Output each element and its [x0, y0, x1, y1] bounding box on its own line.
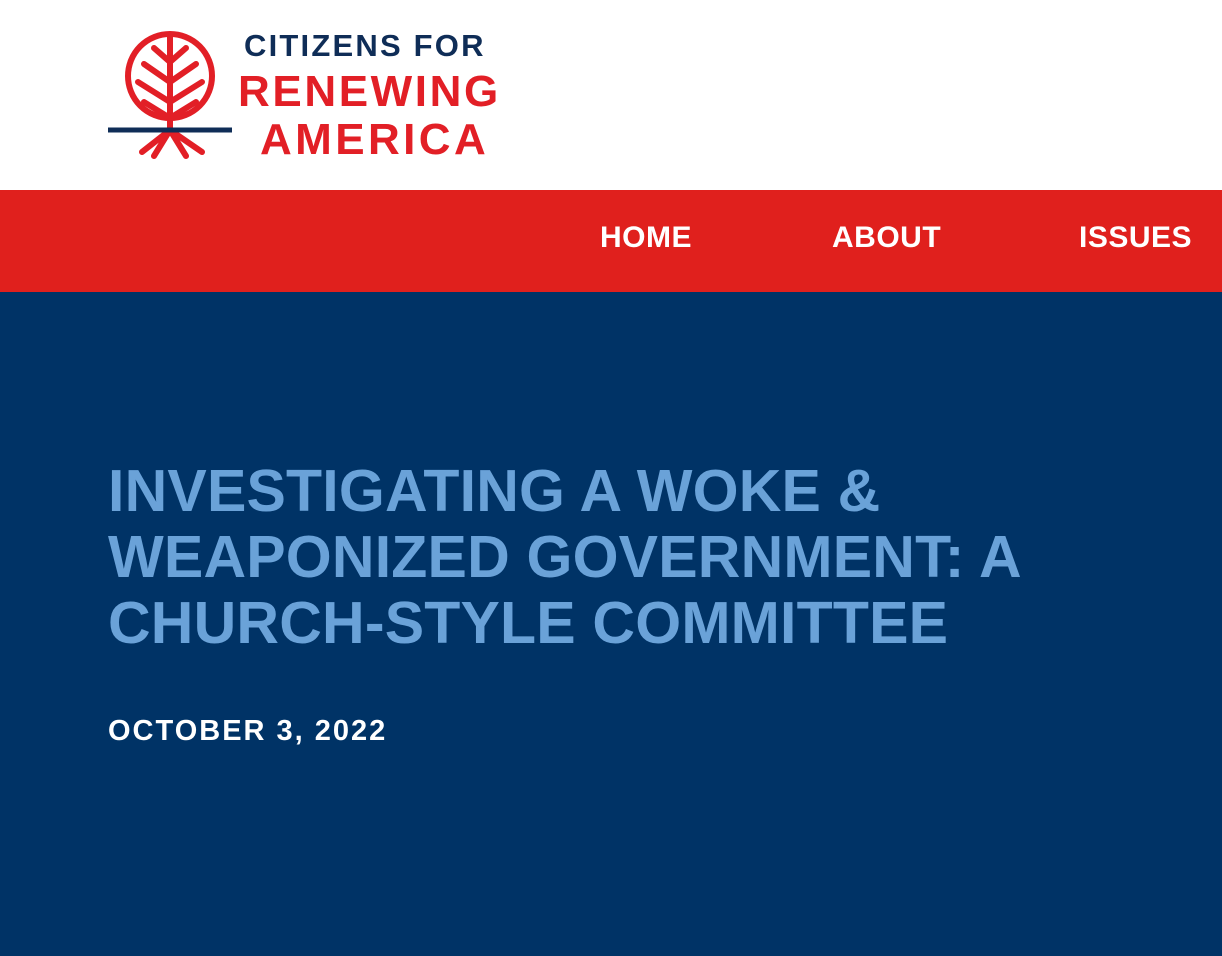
article-date: OCTOBER 3, 2022 [108, 715, 388, 747]
brand-line-2: RENEWING [238, 67, 501, 116]
article-hero: INVESTIGATING A WOKE & WEAPONIZED GOVERN… [0, 292, 1222, 956]
brand-line-3: AMERICA [260, 115, 490, 164]
brand-line-1: CITIZENS FOR [244, 28, 486, 63]
nav-home-link[interactable]: HOME [600, 223, 692, 253]
site-logo-link[interactable]: CITIZENS FOR RENEWING AMERICA [106, 28, 526, 162]
site-header: CITIZENS FOR RENEWING AMERICA [0, 0, 1222, 190]
article-title: INVESTIGATING A WOKE & WEAPONIZED GOVERN… [108, 458, 1020, 656]
tree-roots-logo-icon [108, 31, 232, 159]
main-navigation: HOME ABOUT ISSUES [0, 190, 1222, 292]
nav-about-link[interactable]: ABOUT [832, 223, 941, 253]
nav-issues-link[interactable]: ISSUES [1079, 223, 1192, 253]
